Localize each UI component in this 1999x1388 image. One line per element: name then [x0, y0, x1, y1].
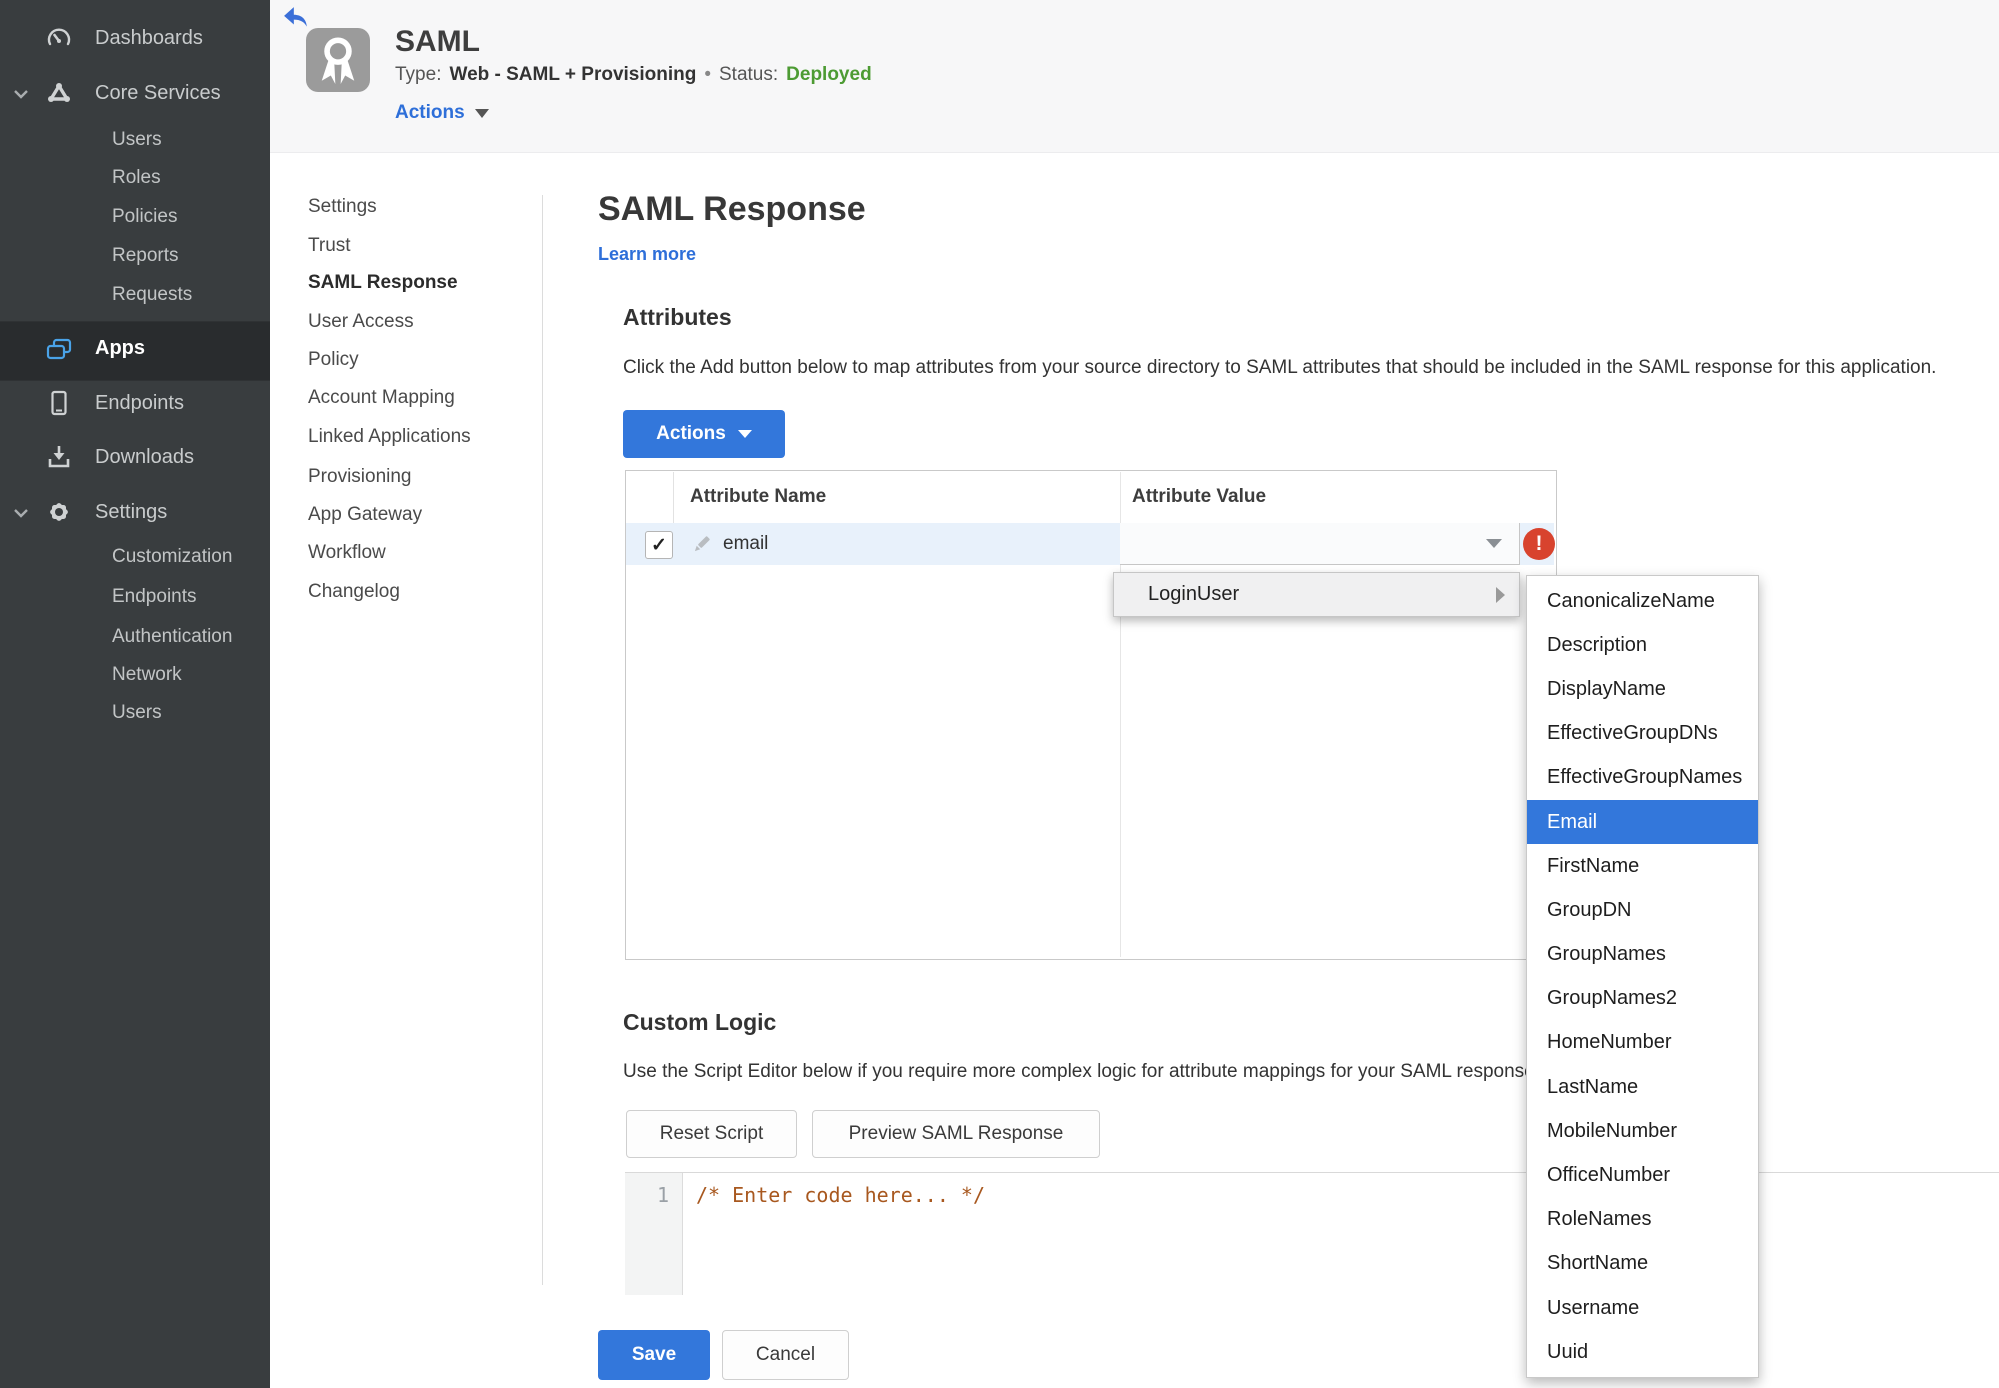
sidebar-item-reports[interactable]: Reports — [112, 245, 179, 267]
sidebar-item-roles[interactable]: Roles — [112, 167, 161, 189]
custom-logic-heading: Custom Logic — [623, 1009, 777, 1035]
sidebar-item-apps-label: Apps — [95, 337, 145, 359]
error-icon: ! — [1523, 528, 1555, 560]
attributes-description: Click the Add button below to map attrib… — [623, 357, 1937, 378]
dot-separator: • — [704, 64, 711, 85]
caret-down-icon[interactable] — [1486, 539, 1502, 548]
sidebar-item-authentication[interactable]: Authentication — [112, 626, 232, 648]
type-label: Type: — [395, 64, 442, 85]
caret-down-icon — [737, 430, 752, 438]
page-title: SAML Response — [598, 190, 866, 228]
chevron-down-icon[interactable] — [13, 88, 29, 100]
sidebar-item-users[interactable]: Users — [112, 129, 162, 151]
core-services-icon — [48, 83, 70, 102]
submenu-arrow-icon — [1496, 586, 1505, 603]
tab-account-mapping[interactable]: Account Mapping — [308, 387, 455, 409]
app-title: SAML — [395, 25, 480, 58]
sidebar-item-settings-endpoints[interactable]: Endpoints — [112, 586, 197, 608]
app-logo — [306, 28, 370, 92]
sidebar-item-apps[interactable]: Apps — [0, 321, 270, 381]
endpoint-device-icon — [51, 390, 67, 416]
tab-changelog[interactable]: Changelog — [308, 581, 400, 603]
tab-provisioning[interactable]: Provisioning — [308, 466, 412, 488]
menu-item-uuid[interactable]: Uuid — [1527, 1330, 1758, 1374]
column-header-attribute-name: Attribute Name — [690, 486, 827, 507]
custom-logic-description: Use the Script Editor below if you requi… — [623, 1061, 1540, 1082]
attribute-submenu: CanonicalizeName Description DisplayName… — [1526, 575, 1759, 1379]
menu-item-officenumber[interactable]: OfficeNumber — [1527, 1153, 1758, 1197]
sidebar-item-endpoints[interactable]: Endpoints — [95, 392, 184, 415]
sidebar-item-customization[interactable]: Customization — [112, 546, 232, 568]
menu-item-effectivegroupnames[interactable]: EffectiveGroupNames — [1527, 756, 1758, 800]
tab-app-gateway[interactable]: App Gateway — [308, 504, 422, 526]
caret-down-icon — [474, 108, 489, 118]
chevron-down-icon[interactable] — [13, 507, 29, 519]
gear-icon — [50, 503, 68, 521]
status-badge: Deployed — [786, 64, 872, 85]
type-value: Web - SAML + Provisioning — [449, 64, 697, 85]
menu-item-homenumber[interactable]: HomeNumber — [1527, 1021, 1758, 1065]
attribute-value-dropdown[interactable] — [1120, 523, 1520, 565]
status-label: Status: — [719, 64, 779, 85]
sidebar-item-requests[interactable]: Requests — [112, 284, 192, 306]
tab-saml-response[interactable]: SAML Response — [308, 272, 458, 294]
cancel-button[interactable]: Cancel — [722, 1330, 849, 1380]
context-menu-loginuser[interactable]: LoginUser — [1148, 583, 1239, 606]
sidebar-item-network[interactable]: Network — [112, 664, 182, 686]
learn-more-link[interactable]: Learn more — [598, 244, 696, 265]
subnav-divider — [542, 195, 543, 1285]
sidebar-item-settings[interactable]: Settings — [95, 501, 167, 524]
menu-item-email[interactable]: Email — [1527, 799, 1758, 845]
menu-item-description[interactable]: Description — [1527, 623, 1758, 667]
menu-item-groupnames2[interactable]: GroupNames2 — [1527, 977, 1758, 1021]
column-header-attribute-value: Attribute Value — [1132, 486, 1267, 507]
sidebar: Dashboards Core Services Users Roles Pol… — [0, 0, 270, 1388]
attribute-name-cell: email — [723, 533, 769, 554]
back-arrow-icon[interactable] — [283, 6, 309, 30]
menu-item-effectivegroupdns[interactable]: EffectiveGroupDNs — [1527, 712, 1758, 756]
menu-item-username[interactable]: Username — [1527, 1286, 1758, 1330]
menu-item-rolenames[interactable]: RoleNames — [1527, 1198, 1758, 1242]
column-divider — [673, 472, 674, 523]
app-actions-menu[interactable]: Actions — [395, 102, 489, 124]
award-ribbon-icon — [321, 37, 355, 84]
menu-item-canonicalizename[interactable]: CanonicalizeName — [1527, 579, 1758, 623]
menu-item-groupnames[interactable]: GroupNames — [1527, 933, 1758, 977]
sidebar-item-policies[interactable]: Policies — [112, 206, 177, 228]
menu-item-shortname[interactable]: ShortName — [1527, 1242, 1758, 1286]
download-icon — [48, 446, 70, 468]
tab-settings[interactable]: Settings — [308, 196, 377, 218]
attributes-actions-label: Actions — [656, 423, 726, 444]
editor-line-number: 1 — [656, 1183, 669, 1207]
tab-user-access[interactable]: User Access — [308, 311, 414, 333]
menu-item-groupdn[interactable]: GroupDN — [1527, 888, 1758, 932]
save-button[interactable]: Save — [598, 1330, 710, 1380]
value-context-menu[interactable]: LoginUser — [1113, 572, 1520, 617]
gauge-icon — [47, 28, 71, 46]
attributes-actions-button[interactable]: Actions — [623, 410, 785, 458]
menu-item-lastname[interactable]: LastName — [1527, 1065, 1758, 1109]
menu-item-firstname[interactable]: FirstName — [1527, 844, 1758, 888]
tab-linked-applications[interactable]: Linked Applications — [308, 426, 471, 448]
menu-item-displayname[interactable]: DisplayName — [1527, 667, 1758, 711]
sidebar-item-downloads[interactable]: Downloads — [95, 446, 194, 469]
editor-code-line[interactable]: /* Enter code here... */ — [696, 1183, 985, 1207]
sidebar-item-settings-users[interactable]: Users — [112, 702, 162, 724]
row-checkbox[interactable]: ✓ — [645, 531, 673, 559]
tab-trust[interactable]: Trust — [308, 235, 351, 257]
sidebar-item-dashboards[interactable]: Dashboards — [95, 27, 203, 50]
reset-script-button[interactable]: Reset Script — [626, 1110, 797, 1158]
menu-item-mobilenumber[interactable]: MobileNumber — [1527, 1109, 1758, 1153]
attributes-heading: Attributes — [623, 304, 732, 330]
preview-saml-response-button[interactable]: Preview SAML Response — [812, 1110, 1100, 1158]
edit-pencil-icon[interactable] — [691, 533, 713, 555]
app-actions-label: Actions — [395, 102, 465, 123]
sidebar-item-core-services[interactable]: Core Services — [95, 82, 221, 105]
tab-workflow[interactable]: Workflow — [308, 542, 386, 564]
tab-policy[interactable]: Policy — [308, 349, 359, 371]
apps-icon — [46, 338, 72, 360]
app-meta: Type: Web - SAML + Provisioning • Status… — [395, 64, 872, 86]
